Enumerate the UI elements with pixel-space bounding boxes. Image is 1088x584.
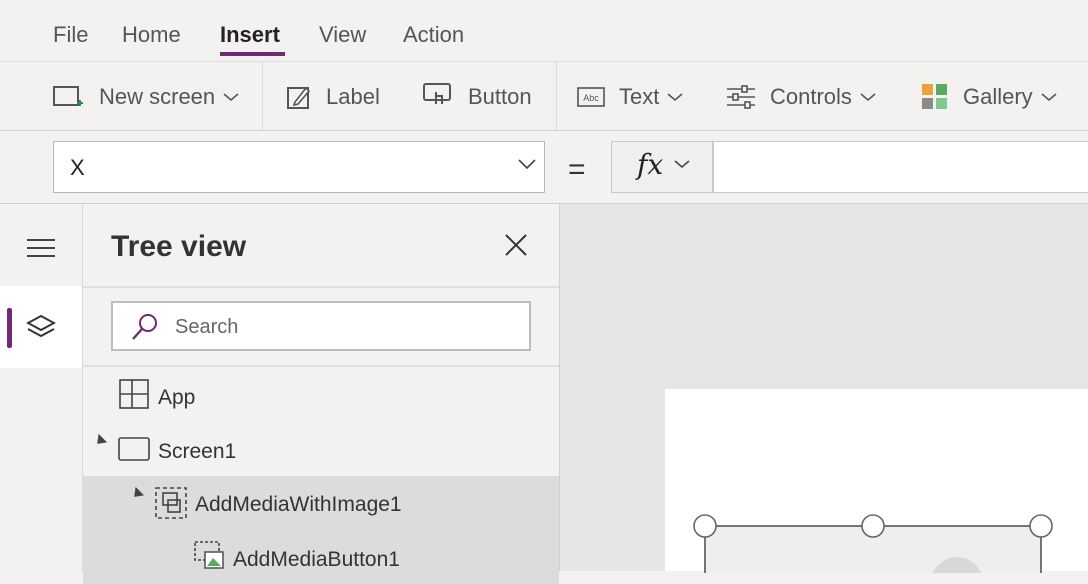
screen-artboard[interactable]: [665, 389, 1088, 573]
ribbon-divider: [556, 62, 557, 130]
fx-button[interactable]: fx: [611, 141, 713, 193]
menu-insert[interactable]: Insert: [220, 22, 280, 48]
tree-item-app[interactable]: App: [83, 369, 559, 423]
divider: [83, 286, 559, 288]
tree-view-panel: Tree view Search App Screen1 AddMediaWit…: [83, 204, 560, 584]
gallery-button[interactable]: Gallery: [921, 80, 1071, 114]
menu-home[interactable]: Home: [122, 22, 181, 48]
screen-icon: [118, 437, 150, 461]
property-dropdown[interactable]: X: [53, 141, 545, 193]
menu-bar: File Home Insert View Action: [0, 0, 1088, 62]
equals-sign: =: [568, 153, 586, 186]
formula-bar: X = fx: [0, 131, 1088, 204]
ribbon-toolbar: New screen Label Button Abc Text Control…: [0, 62, 1088, 131]
chevron-down-icon: [860, 93, 876, 102]
formula-input[interactable]: [713, 141, 1088, 193]
button-touch-icon: [423, 83, 451, 104]
button-button[interactable]: Button: [422, 80, 532, 114]
collapse-triangle-icon[interactable]: [129, 486, 145, 502]
collapse-triangle-icon[interactable]: [92, 433, 108, 449]
divider: [83, 365, 559, 367]
sliders-icon: [727, 85, 755, 109]
property-value: X: [70, 155, 85, 180]
new-screen-button[interactable]: New screen: [53, 80, 253, 114]
gallery-icon: [922, 84, 947, 109]
tree-item-screen1[interactable]: Screen1: [83, 423, 559, 477]
label-button-label: Label: [326, 84, 380, 109]
text-input-icon: Abc: [577, 87, 605, 107]
gallery-button-label: Gallery: [963, 84, 1033, 109]
tree-item-label: App: [158, 386, 196, 409]
fx-icon: fx: [637, 148, 664, 181]
design-canvas: [560, 204, 1088, 573]
left-rail: [0, 204, 83, 571]
search-icon: [132, 314, 157, 340]
text-button[interactable]: Abc Text: [577, 80, 697, 114]
tree-item-label: Screen1: [158, 440, 237, 463]
chevron-down-icon: [667, 93, 683, 102]
app-icon: [119, 379, 149, 409]
label-button[interactable]: Label: [286, 80, 380, 114]
button-button-label: Button: [468, 84, 532, 109]
ribbon-divider: [262, 62, 263, 130]
add-media-icon: [194, 541, 224, 569]
chevron-down-icon: [1041, 93, 1057, 102]
chevron-down-icon: [223, 93, 239, 102]
controls-button[interactable]: Controls: [726, 80, 890, 114]
tree-view-rail-button[interactable]: [0, 286, 82, 368]
active-tab-indicator: [220, 52, 285, 56]
menu-file[interactable]: File: [53, 22, 88, 48]
active-indicator: [7, 308, 12, 348]
search-placeholder: Search: [175, 316, 239, 338]
search-input[interactable]: Search: [111, 301, 531, 351]
menu-view[interactable]: View: [319, 22, 366, 48]
tree-item-addmediawithimage1[interactable]: AddMediaWithImage1: [83, 476, 559, 530]
layers-icon: [26, 314, 56, 338]
pencil-edit-icon: [287, 86, 311, 109]
group-icon: [155, 487, 187, 519]
selected-control-outline[interactable]: [690, 511, 1088, 573]
hamburger-menu-icon[interactable]: [26, 237, 56, 259]
tree-item-label: AddMediaWithImage1: [195, 493, 402, 516]
tree-item-label: AddMediaButton1: [233, 548, 400, 571]
new-screen-icon: [53, 86, 83, 106]
menu-action[interactable]: Action: [403, 22, 464, 48]
tree-item-addmediabutton1[interactable]: AddMediaButton1: [83, 530, 559, 584]
chevron-down-icon: [518, 159, 536, 170]
new-screen-label: New screen: [99, 84, 216, 109]
tree-view-title: Tree view: [111, 230, 247, 263]
text-button-label: Text: [619, 84, 660, 109]
controls-button-label: Controls: [770, 84, 852, 109]
svg-text:Abc: Abc: [583, 93, 599, 103]
close-icon[interactable]: [501, 230, 531, 260]
chevron-down-icon: [674, 160, 690, 169]
